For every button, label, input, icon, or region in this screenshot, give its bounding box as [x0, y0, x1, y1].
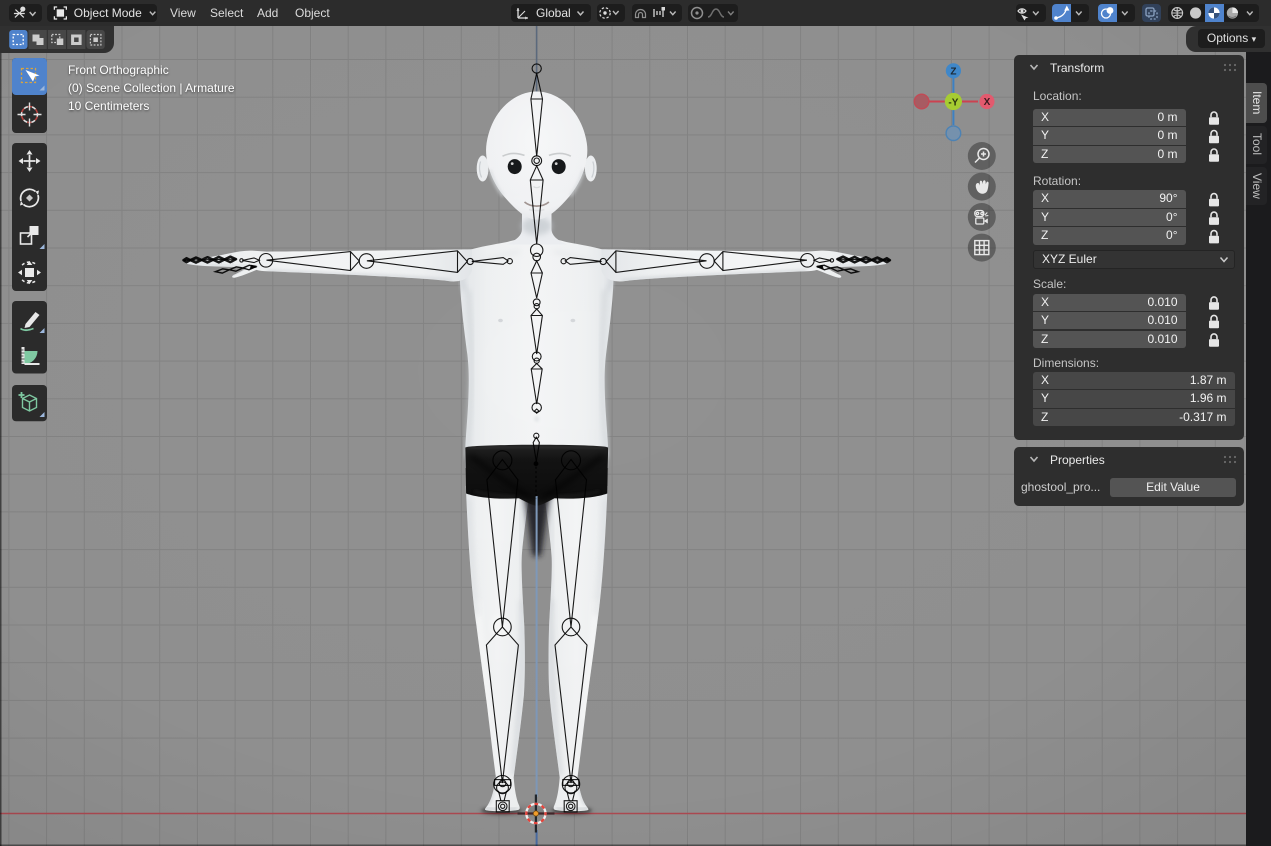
svg-text:-Y: -Y [948, 97, 958, 108]
svg-text:X: X [984, 97, 991, 108]
svg-text:Z: Z [950, 66, 956, 77]
